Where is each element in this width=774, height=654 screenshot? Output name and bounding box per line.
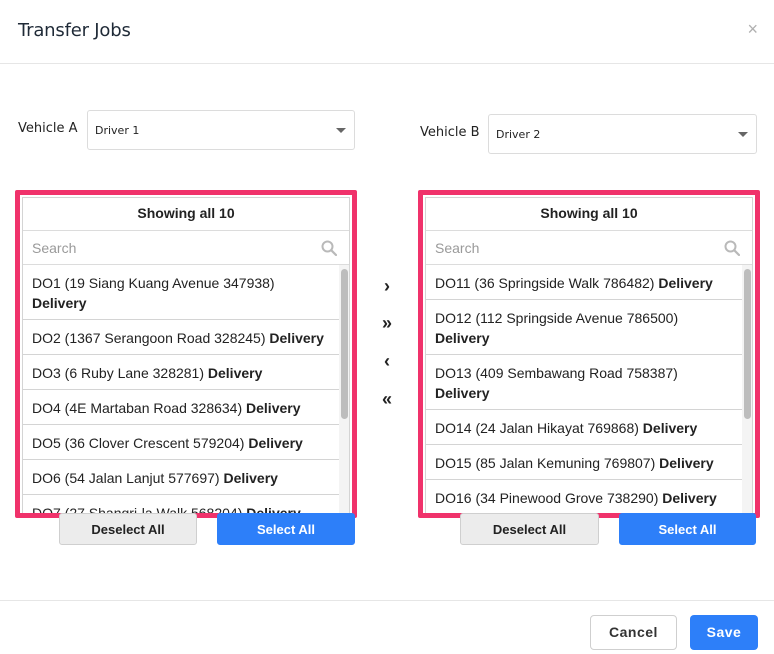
list-item[interactable]: DO7 (27 Shangri-la Walk 568204) Delivery	[23, 495, 339, 513]
chevron-down-icon	[336, 128, 346, 133]
job-type: Delivery	[246, 400, 301, 416]
left-search-box	[23, 231, 349, 265]
right-select-all-button[interactable]: Select All	[619, 513, 756, 545]
vehicle-b-value: Driver 2	[496, 128, 541, 141]
job-address: DO4 (4E Martaban Road 328634)	[32, 400, 243, 416]
job-address: DO11 (36 Springside Walk 786482)	[435, 275, 655, 291]
left-job-list: DO1 (19 Siang Kuang Avenue 347938) Delive…	[23, 265, 349, 513]
list-item[interactable]: DO16 (34 Pinewood Grove 738290) Delivery	[426, 480, 742, 513]
job-type: Delivery	[269, 330, 324, 346]
left-scrollbar-thumb[interactable]	[341, 269, 348, 419]
move-one-left-button[interactable]: ‹	[377, 351, 397, 371]
job-address: DO7 (27 Shangri-la Walk 568204)	[32, 505, 243, 513]
vehicle-b-select[interactable]: Driver 2	[488, 114, 757, 154]
left-job-panel: Showing all 10 DO1 (19 Siang Kuang Avenu…	[15, 190, 357, 518]
right-job-list: DO11 (36 Springside Walk 786482) Deliver…	[426, 265, 752, 513]
job-type: Delivery	[662, 490, 717, 506]
search-icon	[321, 240, 337, 256]
list-item[interactable]: DO15 (85 Jalan Kemuning 769807) Delivery	[426, 445, 742, 480]
job-type: Delivery	[435, 385, 490, 401]
list-item[interactable]: DO14 (24 Jalan Hikayat 769868) Delivery	[426, 410, 742, 445]
job-address: DO5 (36 Clover Crescent 579204)	[32, 435, 245, 451]
vehicle-a-value: Driver 1	[95, 124, 140, 137]
list-item[interactable]: DO4 (4E Martaban Road 328634) Delivery	[23, 390, 339, 425]
right-search-box	[426, 231, 752, 265]
left-panel-header: Showing all 10	[23, 198, 349, 231]
job-type: Delivery	[207, 365, 263, 381]
list-item[interactable]: DO3 (6 Ruby Lane 328281) Delivery	[23, 355, 339, 390]
list-item[interactable]: DO5 (36 Clover Crescent 579204) Delivery	[23, 425, 339, 460]
list-item[interactable]: DO1 (19 Siang Kuang Avenue 347938) Delive…	[23, 265, 339, 320]
job-address: DO6 (54 Jalan Lanjut 577697)	[32, 470, 220, 486]
job-type: Delivery	[658, 275, 713, 291]
right-panel-header: Showing all 10	[426, 198, 752, 231]
vehicle-b-label: Vehicle B	[420, 125, 480, 140]
left-deselect-all-button[interactable]: Deselect All	[59, 513, 197, 545]
list-item[interactable]: DO2 (1367 Serangoon Road 328245) Deliver…	[23, 320, 339, 355]
search-icon	[724, 240, 740, 256]
job-type: Delivery	[248, 435, 303, 451]
vehicle-a-label: Vehicle A	[18, 121, 78, 136]
move-all-right-button[interactable]: »	[377, 313, 397, 333]
move-all-left-button[interactable]: «	[377, 389, 397, 409]
right-search-input[interactable]	[426, 231, 752, 264]
right-job-panel: Showing all 10 DO11 (36 Springside Walk …	[418, 190, 760, 518]
modal-header: Transfer Jobs ×	[0, 0, 774, 64]
right-scrollbar-thumb[interactable]	[744, 269, 751, 419]
list-item[interactable]: DO6 (54 Jalan Lanjut 577697) Delivery	[23, 460, 339, 495]
cancel-button[interactable]: Cancel	[590, 615, 677, 650]
job-address: DO15 (85 Jalan Kemuning 769807)	[435, 455, 656, 471]
job-address: DO14 (24 Jalan Hikayat 769868)	[435, 420, 639, 436]
job-type: Delivery	[223, 470, 278, 486]
vehicle-a-select[interactable]: Driver 1	[87, 110, 355, 150]
right-job-list-box: Showing all 10 DO11 (36 Springside Walk …	[425, 197, 753, 513]
job-type: Delivery	[32, 295, 87, 311]
left-job-list-box: Showing all 10 DO1 (19 Siang Kuang Avenu…	[22, 197, 350, 513]
job-type: Delivery	[642, 420, 698, 436]
job-type: Delivery	[246, 505, 301, 513]
job-address: DO13 (409 Sembawang Road 758387)	[435, 365, 678, 381]
modal-title: Transfer Jobs	[18, 20, 131, 41]
move-one-right-button[interactable]: ›	[377, 276, 397, 296]
list-item[interactable]: DO13 (409 Sembawang Road 758387) Delivery	[426, 355, 742, 410]
job-address: DO1 (19 Siang Kuang Avenue 347938)	[32, 275, 275, 291]
job-type: Delivery	[435, 330, 490, 346]
list-item[interactable]: DO12 (112 Springside Avenue 786500) Deliv…	[426, 300, 742, 355]
chevron-down-icon	[738, 132, 748, 137]
job-address: DO16 (34 Pinewood Grove 738290)	[435, 490, 659, 506]
job-address: DO3 (6 Ruby Lane 328281)	[32, 365, 204, 381]
left-scrollbar[interactable]	[339, 265, 349, 513]
list-item[interactable]: DO11 (36 Springside Walk 786482) Deliver…	[426, 265, 742, 300]
right-deselect-all-button[interactable]: Deselect All	[460, 513, 599, 545]
left-search-input[interactable]	[23, 231, 349, 264]
job-type: Delivery	[659, 455, 714, 471]
save-button[interactable]: Save	[690, 615, 758, 650]
close-icon[interactable]: ×	[747, 20, 758, 38]
job-address: DO12 (112 Springside Avenue 786500)	[435, 310, 679, 326]
right-scrollbar[interactable]	[742, 265, 752, 513]
job-address: DO2 (1367 Serangoon Road 328245)	[32, 330, 266, 346]
left-select-all-button[interactable]: Select All	[217, 513, 355, 545]
